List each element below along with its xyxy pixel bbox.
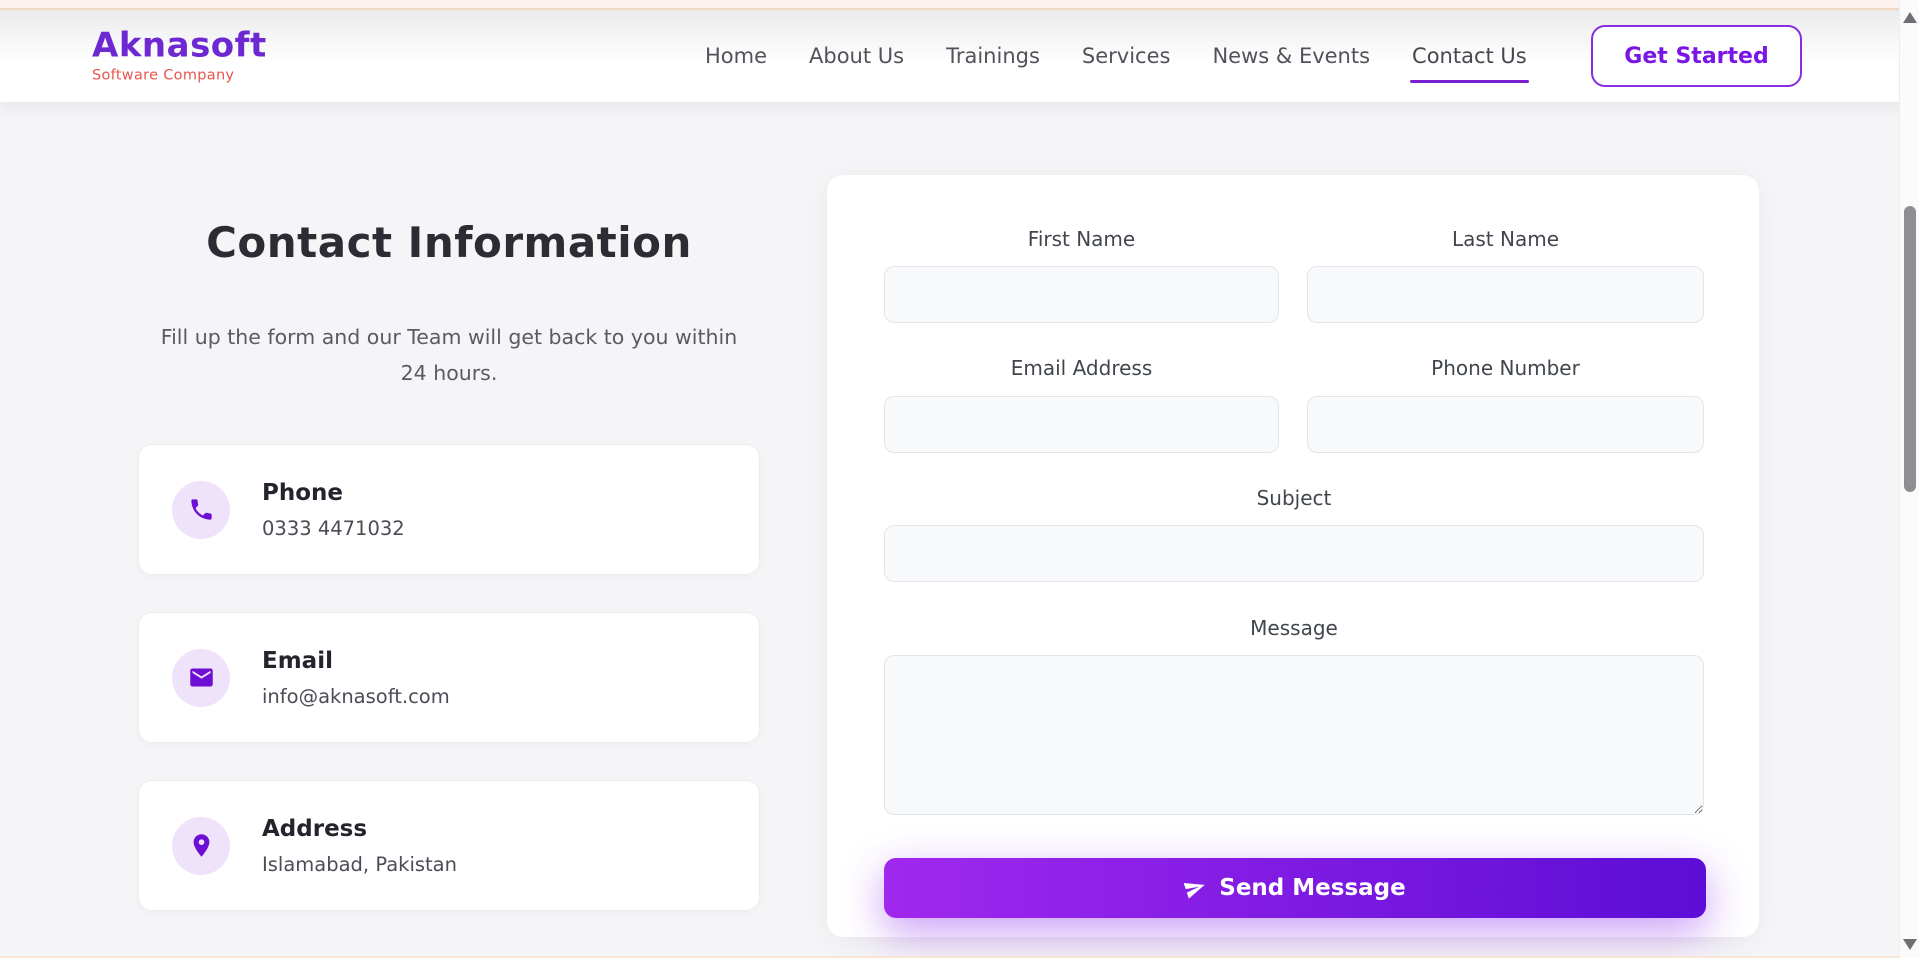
phone-card-title: Phone bbox=[262, 480, 405, 506]
send-message-label: Send Message bbox=[1219, 875, 1405, 901]
phone-icon bbox=[172, 481, 230, 539]
last-name-label: Last Name bbox=[1307, 227, 1704, 251]
site-header: Aknasoft Software Company Home About Us … bbox=[0, 10, 1919, 102]
email-address-label: Email Address bbox=[884, 356, 1279, 380]
phone-card-value: 0333 4471032 bbox=[262, 517, 405, 540]
main-nav: Home About Us Trainings Services News & … bbox=[705, 44, 1527, 68]
paper-plane-icon bbox=[1181, 874, 1209, 902]
page-title: Contact Information bbox=[138, 218, 760, 267]
get-started-button[interactable]: Get Started bbox=[1591, 25, 1802, 87]
email-info-card: Email info@aknasoft.com bbox=[138, 612, 760, 743]
send-message-button[interactable]: Send Message bbox=[884, 858, 1706, 918]
subject-label: Subject bbox=[884, 486, 1704, 510]
page-subtitle: Fill up the form and our Team will get b… bbox=[160, 320, 738, 392]
nav-item-home[interactable]: Home bbox=[705, 44, 767, 68]
address-card-title: Address bbox=[262, 816, 457, 842]
nav-item-about-us[interactable]: About Us bbox=[809, 44, 904, 68]
nav-item-services[interactable]: Services bbox=[1082, 44, 1171, 68]
email-card-title: Email bbox=[262, 648, 450, 674]
scrollbar-thumb[interactable] bbox=[1904, 206, 1916, 492]
address-info-card: Address Islamabad, Pakistan bbox=[138, 780, 760, 911]
scroll-down-arrow-icon[interactable] bbox=[1903, 939, 1917, 950]
email-address-input[interactable] bbox=[884, 396, 1279, 453]
brand-name: Aknasoft bbox=[92, 29, 267, 65]
top-edge-strip bbox=[0, 0, 1919, 10]
nav-item-contact-us[interactable]: Contact Us bbox=[1412, 44, 1527, 68]
message-textarea[interactable] bbox=[884, 655, 1704, 815]
last-name-input[interactable] bbox=[1307, 266, 1704, 323]
address-card-value: Islamabad, Pakistan bbox=[262, 853, 457, 876]
vertical-scrollbar[interactable] bbox=[1899, 0, 1919, 958]
contact-form: First Name Last Name Email Address Phone… bbox=[827, 175, 1759, 937]
brand-tagline: Software Company bbox=[92, 67, 267, 83]
phone-number-label: Phone Number bbox=[1307, 356, 1704, 380]
first-name-input[interactable] bbox=[884, 266, 1279, 323]
envelope-icon bbox=[172, 649, 230, 707]
email-card-value: info@aknasoft.com bbox=[262, 685, 450, 708]
brand-logo[interactable]: Aknasoft Software Company bbox=[92, 29, 267, 84]
message-label: Message bbox=[884, 616, 1704, 640]
first-name-label: First Name bbox=[884, 227, 1279, 251]
nav-item-trainings[interactable]: Trainings bbox=[946, 44, 1040, 68]
map-pin-icon bbox=[172, 817, 230, 875]
nav-item-news-events[interactable]: News & Events bbox=[1212, 44, 1370, 68]
subject-input[interactable] bbox=[884, 525, 1704, 582]
phone-number-input[interactable] bbox=[1307, 396, 1704, 453]
phone-info-card: Phone 0333 4471032 bbox=[138, 444, 760, 575]
scroll-up-arrow-icon[interactable] bbox=[1903, 12, 1917, 23]
